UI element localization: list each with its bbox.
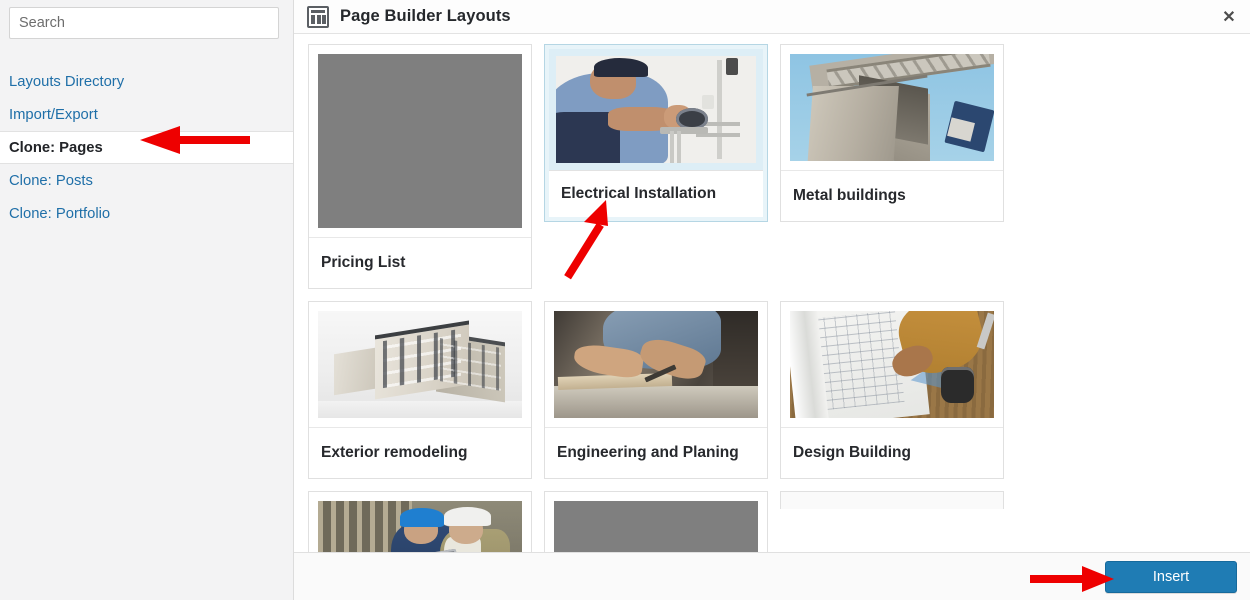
layout-card-label: Electrical Installation xyxy=(549,170,763,217)
layout-card-contact[interactable]: Contact xyxy=(544,491,768,552)
sidebar: Layouts Directory Import/Export Clone: P… xyxy=(0,0,294,600)
sidebar-item-layouts-directory[interactable]: Layouts Directory xyxy=(0,65,293,98)
layout-thumbnail xyxy=(781,302,1003,428)
layout-card-label: Metal buildings xyxy=(781,171,1003,221)
thumbnail-placeholder xyxy=(318,54,522,228)
insert-button[interactable]: Insert xyxy=(1105,560,1237,593)
layout-thumbnail xyxy=(545,492,767,552)
layout-thumbnail xyxy=(309,45,531,238)
layout-card-label: Design Building xyxy=(781,428,1003,478)
thumbnail-image-design-building xyxy=(790,311,994,418)
thumbnail-image-engineering xyxy=(554,311,758,418)
layout-thumbnail xyxy=(545,302,767,428)
sidebar-item-clone-posts[interactable]: Clone: Posts xyxy=(0,164,293,197)
layout-card-metal-buildings[interactable]: Metal buildings xyxy=(780,44,1004,222)
layout-card-engineering-and-planing[interactable]: Engineering and Planing xyxy=(544,301,768,479)
layout-thumbnail xyxy=(781,45,1003,171)
sidebar-item-import-export[interactable]: Import/Export xyxy=(0,98,293,131)
thumbnail-image-electrician xyxy=(556,56,756,163)
layout-thumbnail xyxy=(309,492,531,552)
layout-card-electrical-installation[interactable]: Electrical Installation xyxy=(544,44,768,222)
search-container xyxy=(0,0,293,39)
layouts-grid: Pricing List Electrical Installation Met… xyxy=(308,44,1237,552)
layout-icon xyxy=(307,5,329,28)
thumbnail-image-metal-buildings xyxy=(790,54,994,161)
close-icon[interactable]: ✕ xyxy=(1208,0,1250,33)
modal-footer: Insert xyxy=(294,552,1250,600)
layout-card-label: Pricing List xyxy=(309,238,531,288)
thumbnail-image-exterior-remodeling xyxy=(318,311,522,418)
layout-card-pricing-list[interactable]: Pricing List xyxy=(308,44,532,289)
layouts-scroll-area[interactable]: Pricing List Electrical Installation Met… xyxy=(294,34,1250,552)
layout-card-label: Exterior remodeling xyxy=(309,428,531,478)
sidebar-item-clone-portfolio[interactable]: Clone: Portfolio xyxy=(0,197,293,230)
thumbnail-placeholder xyxy=(554,501,758,552)
main-panel: Page Builder Layouts ✕ Pricing List Elec… xyxy=(294,0,1250,600)
page-title: Page Builder Layouts xyxy=(340,7,511,25)
sidebar-nav: Layouts Directory Import/Export Clone: P… xyxy=(0,65,293,230)
layout-thumbnail xyxy=(549,49,763,170)
layout-card-exterior-remodeling[interactable]: Exterior remodeling xyxy=(308,301,532,479)
thumbnail-image-general-construction xyxy=(318,501,522,552)
sidebar-item-clone-pages[interactable]: Clone: Pages xyxy=(0,131,293,164)
layout-card-general-construction[interactable]: General Construction xyxy=(308,491,532,552)
page-builder-layouts-modal: Layouts Directory Import/Export Clone: P… xyxy=(0,0,1250,600)
layout-card-label: Engineering and Planing xyxy=(545,428,767,478)
search-input[interactable] xyxy=(9,7,279,39)
modal-header: Page Builder Layouts ✕ xyxy=(294,0,1250,34)
layout-card-design-building[interactable]: Design Building xyxy=(780,301,1004,479)
layout-thumbnail xyxy=(309,302,531,428)
layout-card[interactable] xyxy=(780,491,1004,509)
